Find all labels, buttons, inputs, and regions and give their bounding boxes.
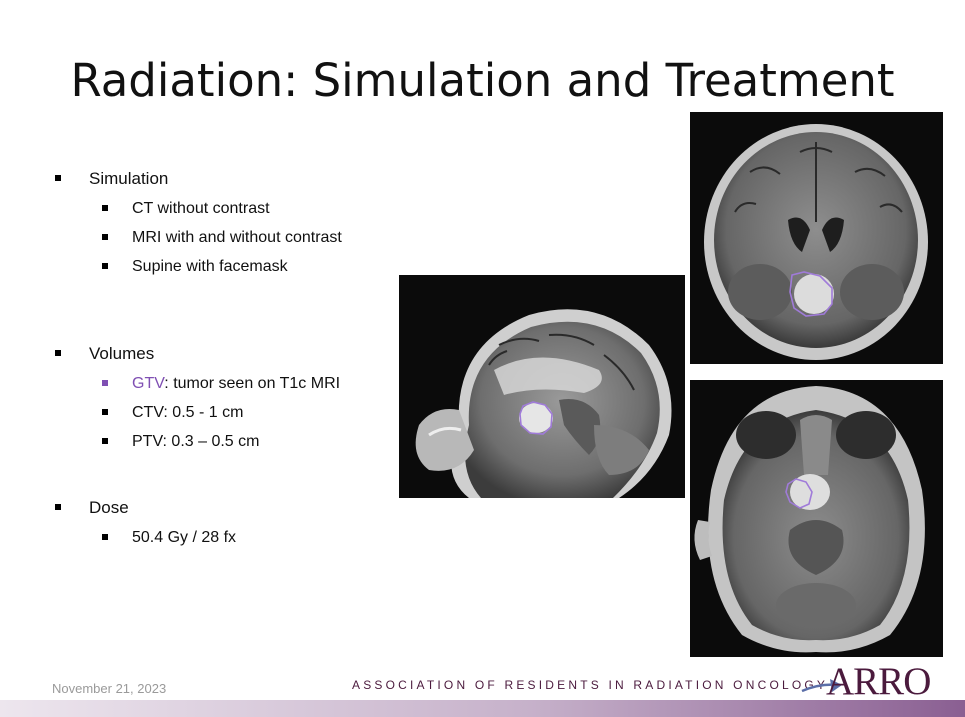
sub-bullet: CTV: 0.5 - 1 cm (50, 398, 400, 427)
arro-logo-text: ARRO (826, 660, 931, 703)
bullet-square-icon (55, 504, 61, 510)
sub-bullet: CT without contrast (50, 194, 400, 223)
mri-sagittal-image (399, 275, 685, 498)
bullet-volumes: Volumes (50, 339, 400, 369)
bullet-square-icon (102, 438, 108, 444)
bullet-simulation: Simulation (50, 164, 400, 194)
bullet-square-icon (102, 409, 108, 415)
sub-bullet: Supine with facemask (50, 252, 400, 281)
bullet-text: PTV: 0.3 – 0.5 cm (132, 433, 260, 450)
bullet-text: Supine with facemask (132, 258, 288, 275)
bullet-list: Simulation CT without contrast MRI with … (50, 164, 400, 552)
mri-coronal-image (690, 112, 943, 364)
bullet-square-icon (102, 205, 108, 211)
slide: Radiation: Simulation and Treatment Simu… (0, 0, 965, 717)
sub-bullet-gtv: GTV: tumor seen on T1c MRI (50, 369, 400, 398)
bullet-square-icon (55, 175, 61, 181)
bullet-text: CTV: 0.5 - 1 cm (132, 404, 244, 421)
footer-date: November 21, 2023 (52, 681, 167, 696)
bullet-square-icon (102, 534, 108, 540)
sub-bullet: PTV: 0.3 – 0.5 cm (50, 427, 400, 456)
slide-title: Radiation: Simulation and Treatment (70, 54, 895, 107)
bullet-text: Simulation (89, 169, 169, 188)
bullet-square-icon (102, 263, 108, 269)
bullet-square-icon (102, 380, 108, 386)
mri-axial-image (690, 380, 943, 657)
bullet-square-icon (102, 234, 108, 240)
footer-organization: ASSOCIATION OF RESIDENTS IN RADIATION ON… (352, 678, 829, 692)
bullet-text: CT without contrast (132, 200, 270, 217)
bullet-text: 50.4 Gy / 28 fx (132, 529, 237, 546)
sub-bullet: 50.4 Gy / 28 fx (50, 523, 400, 552)
sub-bullet: MRI with and without contrast (50, 223, 400, 252)
bullet-text: Dose (89, 498, 129, 517)
bullet-text: : tumor seen on T1c MRI (164, 375, 341, 392)
bullet-text: MRI with and without contrast (132, 229, 342, 246)
bullet-square-icon (55, 350, 61, 356)
bullet-dose: Dose (50, 493, 400, 523)
gtv-label: GTV (132, 375, 165, 392)
bullet-text: Volumes (89, 344, 155, 363)
